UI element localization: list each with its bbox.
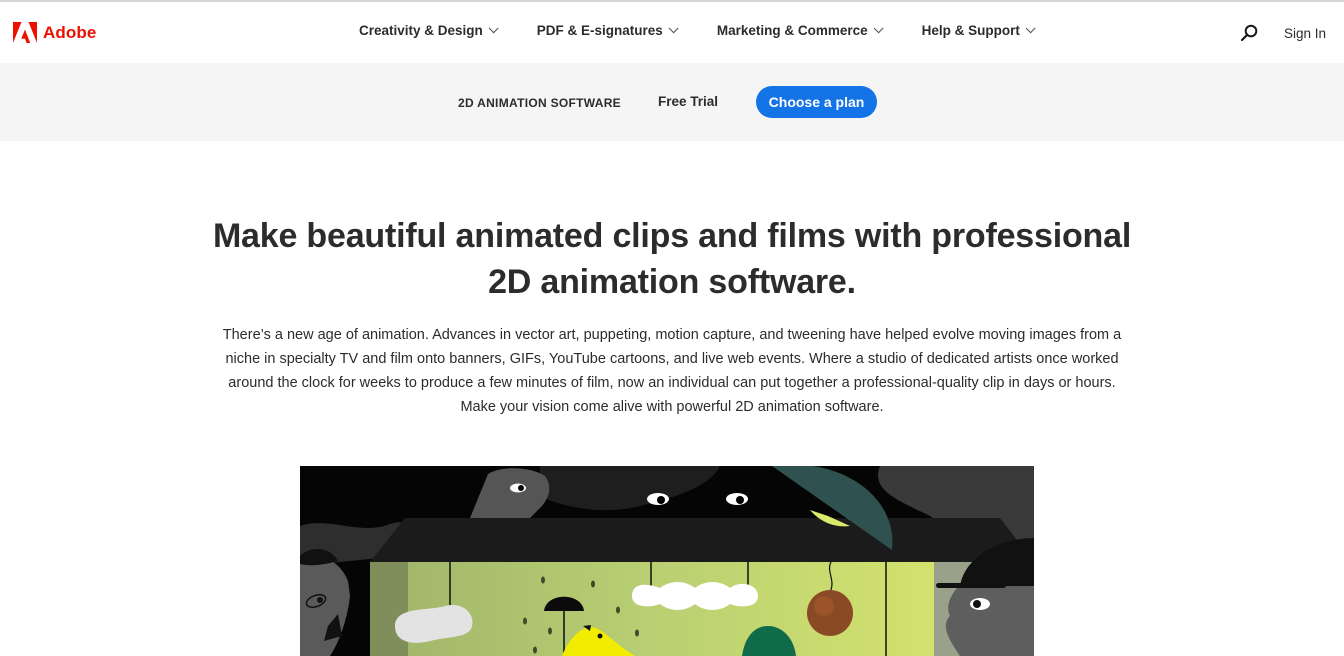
stage-wing xyxy=(370,562,408,656)
main-menu: Creativity & Design PDF & E-signatures M… xyxy=(359,23,1036,38)
chevron-down-icon xyxy=(668,23,679,34)
sign-in-link[interactable]: Sign In xyxy=(1284,26,1326,41)
chevron-down-icon xyxy=(488,23,499,34)
brand-name: Adobe xyxy=(43,22,97,42)
search-button[interactable] xyxy=(1240,24,1258,47)
choose-plan-button[interactable]: Choose a plan xyxy=(756,86,877,118)
adobe-logo[interactable]: Adobe xyxy=(13,22,96,43)
page-title-line-2: 2D animation software. xyxy=(488,263,856,301)
search-icon xyxy=(1240,24,1258,42)
menu-marketing-commerce[interactable]: Marketing & Commerce xyxy=(716,23,884,38)
intro-paragraph: There’s a new age of animation. Advances… xyxy=(222,327,1122,415)
chevron-down-icon xyxy=(1025,23,1036,34)
stage-roof xyxy=(370,518,1034,562)
local-nav-title[interactable]: 2D ANIMATION SOFTWARE xyxy=(458,96,621,110)
adobe-logo-icon xyxy=(13,22,37,43)
menu-pdf-esignatures[interactable]: PDF & E-signatures xyxy=(536,23,679,38)
menu-label: Help & Support xyxy=(921,23,1020,38)
animation-scene-image xyxy=(300,466,1034,656)
local-nav: 2D ANIMATION SOFTWARE Free Trial Choose … xyxy=(0,63,1344,141)
menu-label: PDF & E-signatures xyxy=(536,23,663,38)
menu-help-support[interactable]: Help & Support xyxy=(921,23,1036,38)
page-title: Make beautiful animated clips and films … xyxy=(0,213,1344,305)
free-trial-link[interactable]: Free Trial xyxy=(658,94,718,109)
hero-illustration xyxy=(300,466,1034,656)
global-nav: Adobe Creativity & Design PDF & E-signat… xyxy=(0,0,1344,63)
chevron-down-icon xyxy=(873,23,884,34)
menu-label: Marketing & Commerce xyxy=(716,23,868,38)
menu-creativity-design[interactable]: Creativity & Design xyxy=(359,23,499,38)
page-title-line-1: Make beautiful animated clips and films … xyxy=(212,217,1132,255)
menu-label: Creativity & Design xyxy=(359,23,483,38)
